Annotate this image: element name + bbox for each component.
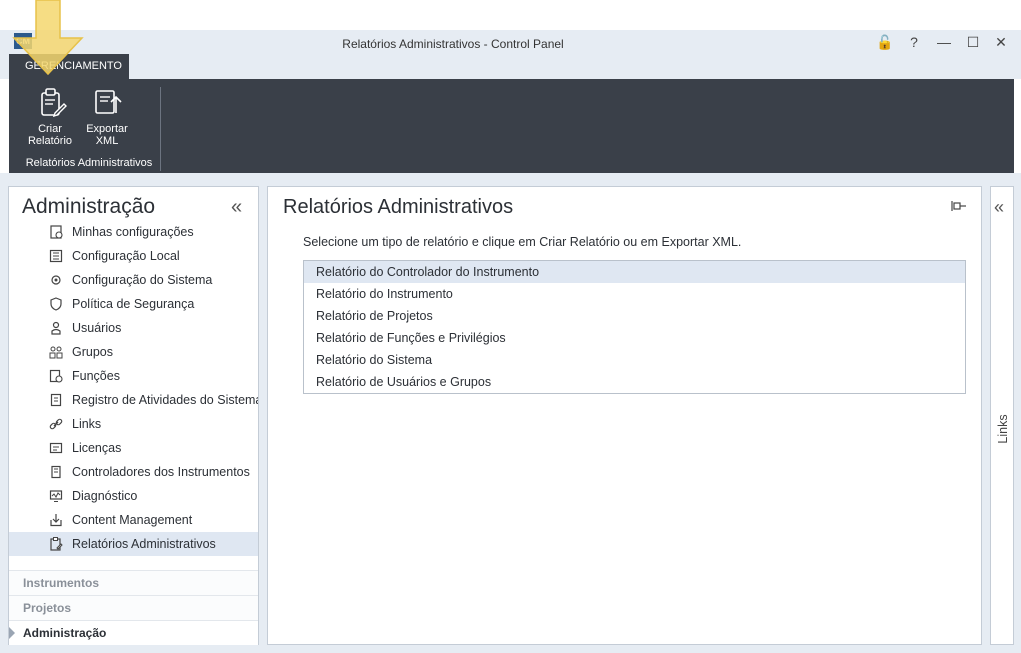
sidebar-item-7[interactable]: Funções [9,364,258,388]
content-management-icon [50,514,62,527]
sidebar-item-label: Content Management [72,513,193,527]
sidebar-item-label: Minhas configurações [72,225,194,239]
panel-title: Administração [22,195,156,218]
link-icon [49,418,63,430]
nav-section-2[interactable]: Projetos [9,595,258,620]
sidebar-item-5[interactable]: Usuários [9,316,258,340]
sidebar-item-10[interactable]: Licenças [9,436,258,460]
report-list-item[interactable]: Relatório de Funções e Privilégios [304,327,965,349]
roles-icon [49,369,63,383]
sidebar-item-label: Usuários [72,321,122,335]
admin-reports-icon [50,537,63,551]
export-xml-label-2: XML [95,135,119,147]
sidebar-item-label: Controladores dos Instrumentos [72,465,250,479]
export-xml-button[interactable]: Exportar XML [79,87,135,147]
license-icon [49,442,63,454]
report-list-item[interactable]: Relatório de Usuários e Grupos [304,371,965,393]
user-icon [51,321,61,335]
instructions-text: Selecione um tipo de relatório e clique … [303,235,742,249]
nav-sections: Instrumentos Projetos Administração [9,570,258,645]
collapse-left-icon[interactable]: « [231,197,242,217]
sidebar-item-4[interactable]: Política de Segurança [9,292,258,316]
sidebar-item-3[interactable]: Configuração do Sistema [9,268,258,292]
shield-icon [50,297,62,311]
sidebar-item-label: Política de Segurança [72,297,195,311]
report-list-item[interactable]: Relatório do Controlador do Instrumento [304,261,965,283]
pin-icon[interactable] [951,199,967,213]
ribbon-tab-strip [0,57,1021,79]
links-panel: « Links [990,186,1014,645]
sidebar-item-9[interactable]: Links [9,412,258,436]
page-title: Relatórios Administrativos [283,196,514,218]
sidebar-item-1[interactable]: Minhas configurações [9,220,258,244]
sidebar-item-label: Configuração do Sistema [72,273,213,287]
control-panel-window: CM Relatórios Administrativos - Control … [0,0,1021,653]
sidebar-item-label: Links [72,417,102,431]
diagnostics-icon [49,490,63,502]
tutorial-arrow-icon [12,0,84,76]
create-report-icon [41,88,67,117]
user-settings-icon [50,225,63,239]
close-button[interactable]: ✕ [989,33,1013,51]
sidebar-item-13[interactable]: Content Management [9,508,258,532]
navigation-panel: Administração « Minhas configurações Conf… [8,186,259,645]
export-xml-icon [95,90,122,114]
sidebar-item-label: Configuração Local [72,249,180,263]
sidebar-item-label: Relatórios Administrativos [72,537,216,551]
nav-list: Minhas configurações Configuração Local Co… [9,220,258,556]
sidebar-item-label: Diagnóstico [72,489,138,503]
report-type-list[interactable]: Relatório do Controlador do Instrumento R… [303,260,966,394]
report-list-item[interactable]: Relatório de Projetos [304,305,965,327]
activity-log-icon [50,393,62,407]
report-list-item[interactable]: Relatório do Instrumento [304,283,965,305]
sidebar-item-6[interactable]: Grupos [9,340,258,364]
minimize-button[interactable]: — [932,33,956,51]
ribbon-separator [160,87,161,171]
create-report-label-2: Relatório [27,135,73,147]
sidebar-item-label: Registro de Atividades do Sistema [72,393,258,407]
local-config-icon [49,249,63,263]
sidebar-item-2[interactable]: Configuração Local [9,244,258,268]
links-panel-label[interactable]: Links [996,407,1010,451]
main-panel: Relatórios Administrativos Selecione um … [267,186,982,645]
create-report-label-1: Criar [38,123,62,135]
report-list-item[interactable]: Relatório do Sistema [304,349,965,371]
sidebar-item-12[interactable]: Diagnóstico [9,484,258,508]
sidebar-item-label: Licenças [72,441,122,455]
expand-links-icon[interactable]: « [994,197,1004,217]
help-button[interactable]: ? [902,33,926,51]
create-report-button[interactable]: Criar Relatório [22,87,78,147]
sidebar-item-label: Funções [72,369,120,383]
controller-icon [51,465,61,479]
ribbon-group-label: Relatórios Administrativos [25,157,153,169]
lock-icon[interactable]: 🔓 [873,33,897,51]
nav-section-3[interactable]: Administração [9,620,258,645]
export-xml-label-1: Exportar [86,123,128,135]
system-config-icon [51,275,61,285]
maximize-button[interactable]: ☐ [961,33,985,51]
ribbon: Criar Relatório Exportar XML Relatórios … [9,79,1014,173]
group-icon [49,346,63,359]
nav-section-1[interactable]: Instrumentos [9,570,258,595]
sidebar-item-14[interactable]: Relatórios Administrativos [9,532,258,556]
window-title: Relatórios Administrativos - Control Pan… [342,37,564,51]
sidebar-item-11[interactable]: Controladores dos Instrumentos [9,460,258,484]
sidebar-item-label: Grupos [72,345,113,359]
sidebar-item-8[interactable]: Registro de Atividades do Sistema [9,388,258,412]
